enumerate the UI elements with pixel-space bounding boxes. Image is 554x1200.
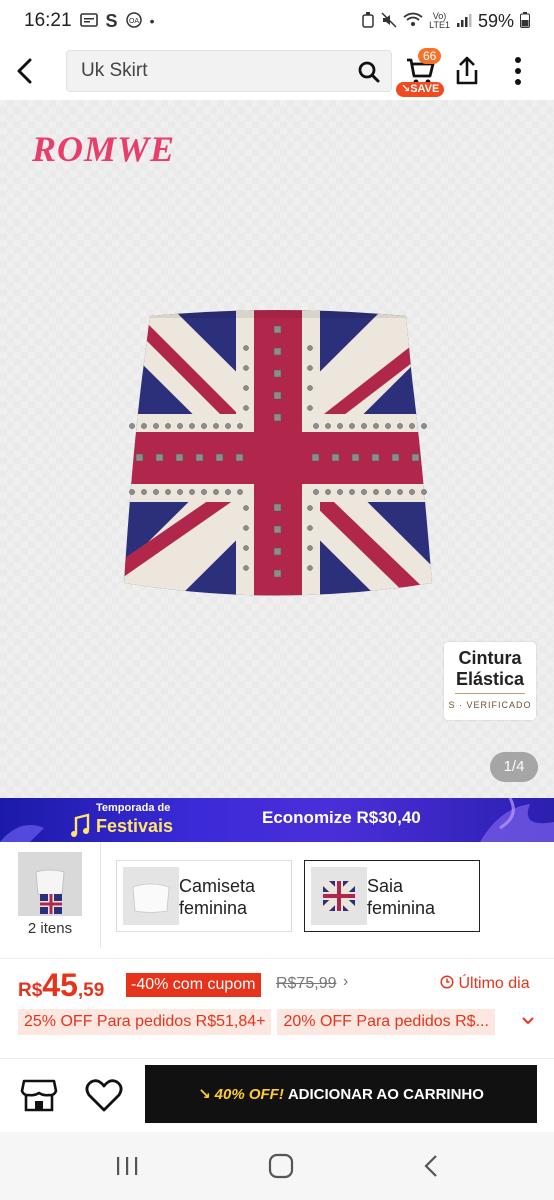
save-tag: ↘SAVE <box>396 82 445 97</box>
battery-percent: 59% <box>477 10 514 31</box>
battery-icon <box>520 11 530 31</box>
elastic-waist-badge: Cintura Elástica S · VERIFICADO <box>444 642 536 720</box>
clock-icon <box>440 975 454 989</box>
union-jack-skirt-image <box>124 310 432 596</box>
skirt-label-line-2: feminina <box>367 898 436 918</box>
add-cart-label: ADICIONAR AO CARRINHO <box>287 1085 484 1103</box>
message-icon <box>79 12 98 30</box>
s-app-icon: S <box>105 10 118 31</box>
home-icon[interactable] <box>268 1153 294 1179</box>
bundle-item-shirt[interactable]: Camiseta feminina <box>116 860 292 932</box>
dot-icon: • <box>149 13 155 29</box>
discount-arrow-icon: ↘ <box>198 1086 211 1103</box>
share-icon <box>456 56 478 85</box>
back-nav-icon[interactable] <box>423 1154 439 1178</box>
image-page-indicator: 1/4 <box>490 752 538 782</box>
price-section: R$45,59 -40% com cupom R$75,99 › Último … <box>0 958 554 1058</box>
promo-savings: Economize R$30,40 <box>262 808 421 827</box>
back-button[interactable] <box>0 42 50 100</box>
bundle-thumbnail[interactable] <box>18 852 82 916</box>
search-value: Uk Skirt <box>81 60 148 81</box>
store-button[interactable] <box>20 1077 58 1118</box>
price-integer: 45 <box>42 967 78 1003</box>
offer-tag[interactable]: 20% OFF Para pedidos R$... <box>277 1009 495 1035</box>
alarm-icon <box>361 11 375 31</box>
badge-line-2: Elástica <box>455 669 525 689</box>
signal-icon <box>456 13 472 30</box>
coupon-badge[interactable]: -40% com cupom <box>126 973 261 997</box>
action-bar: ↘ 40% OFF! ADICIONAR AO CARRINHO <box>0 1058 554 1132</box>
skirt-thumbnail <box>311 867 367 925</box>
original-price[interactable]: R$75,99 <box>276 975 337 993</box>
product-image-carousel[interactable]: ROMWE Cintura Elástica S · VERIFICADO 1/… <box>0 100 554 798</box>
save-arrow-icon: ↘ <box>401 83 411 95</box>
shirt-thumbnail <box>123 867 179 925</box>
cart-count-badge: 66 <box>418 48 442 64</box>
chevron-left-icon <box>17 58 32 84</box>
more-options-button[interactable] <box>508 54 528 93</box>
current-price: R$45,59 <box>18 967 104 1004</box>
festival-promo-banner[interactable]: Temporada de Festivais Economize R$30,40 <box>0 798 554 842</box>
search-input[interactable]: Uk Skirt <box>66 50 392 92</box>
last-day-label: Último dia <box>458 975 530 992</box>
badge-line-1: Cintura <box>458 648 522 668</box>
shirt-label-line-1: Camiseta <box>179 876 256 896</box>
price-decimal: ,59 <box>77 980 105 1001</box>
recent-apps-icon[interactable] <box>115 1155 139 1177</box>
last-day-timer: Último dia <box>440 975 530 993</box>
bundle-item-skirt[interactable]: Saia feminina <box>304 860 480 932</box>
status-time: 16:21 <box>24 10 72 31</box>
price-currency: R$ <box>18 980 43 1001</box>
bundle-top-image <box>18 852 82 916</box>
save-label: SAVE <box>410 83 440 95</box>
wifi-icon <box>403 12 423 31</box>
system-nav-bar <box>0 1132 554 1200</box>
mute-icon <box>381 11 397 31</box>
shirt-image <box>123 867 179 925</box>
offer-tag[interactable]: 25% OFF Para pedidos R$51,84+ <box>18 1009 272 1035</box>
wishlist-button[interactable] <box>84 1077 124 1118</box>
chevron-right-icon[interactable]: › <box>343 973 348 991</box>
offers-list[interactable]: 25% OFF Para pedidos R$51,84+ 20% OFF Par… <box>18 1009 518 1037</box>
svg-text:OA: OA <box>129 18 139 25</box>
skirt-label-line-1: Saia <box>367 876 404 896</box>
status-bar: 16:21 S OA • Vo) LTE1 59% <box>0 0 554 42</box>
badge-verified: S · VERIFICADO <box>448 700 532 710</box>
search-icon[interactable] <box>357 60 381 84</box>
shirt-label: Camiseta feminina <box>179 875 255 919</box>
badge-divider <box>455 693 525 694</box>
brand-logo: ROMWE <box>32 129 176 169</box>
oa-app-icon: OA <box>125 11 142 31</box>
shirt-label-line-2: feminina <box>179 898 248 918</box>
bundle-section: 2 itens Camiseta feminina Saia feminina <box>0 842 554 948</box>
store-icon <box>20 1079 58 1112</box>
skirt-label: Saia feminina <box>367 875 435 919</box>
share-button[interactable] <box>450 54 484 93</box>
bundle-divider <box>100 842 101 948</box>
cart-button[interactable]: 66 ↘SAVE <box>396 46 448 97</box>
add-to-cart-button[interactable]: ↘ 40% OFF! ADICIONAR AO CARRINHO <box>145 1065 537 1123</box>
skirt-mini-image <box>311 867 367 925</box>
heart-icon <box>85 1079 123 1112</box>
volte-icon: Vo) LTE1 <box>429 11 450 30</box>
top-bar: Uk Skirt 66 ↘SAVE <box>0 42 554 100</box>
add-cart-discount: 40% OFF! <box>214 1085 284 1103</box>
more-vert-icon <box>515 57 521 85</box>
chevron-down-icon[interactable] <box>520 1013 536 1029</box>
bundle-count: 2 itens <box>27 920 73 937</box>
